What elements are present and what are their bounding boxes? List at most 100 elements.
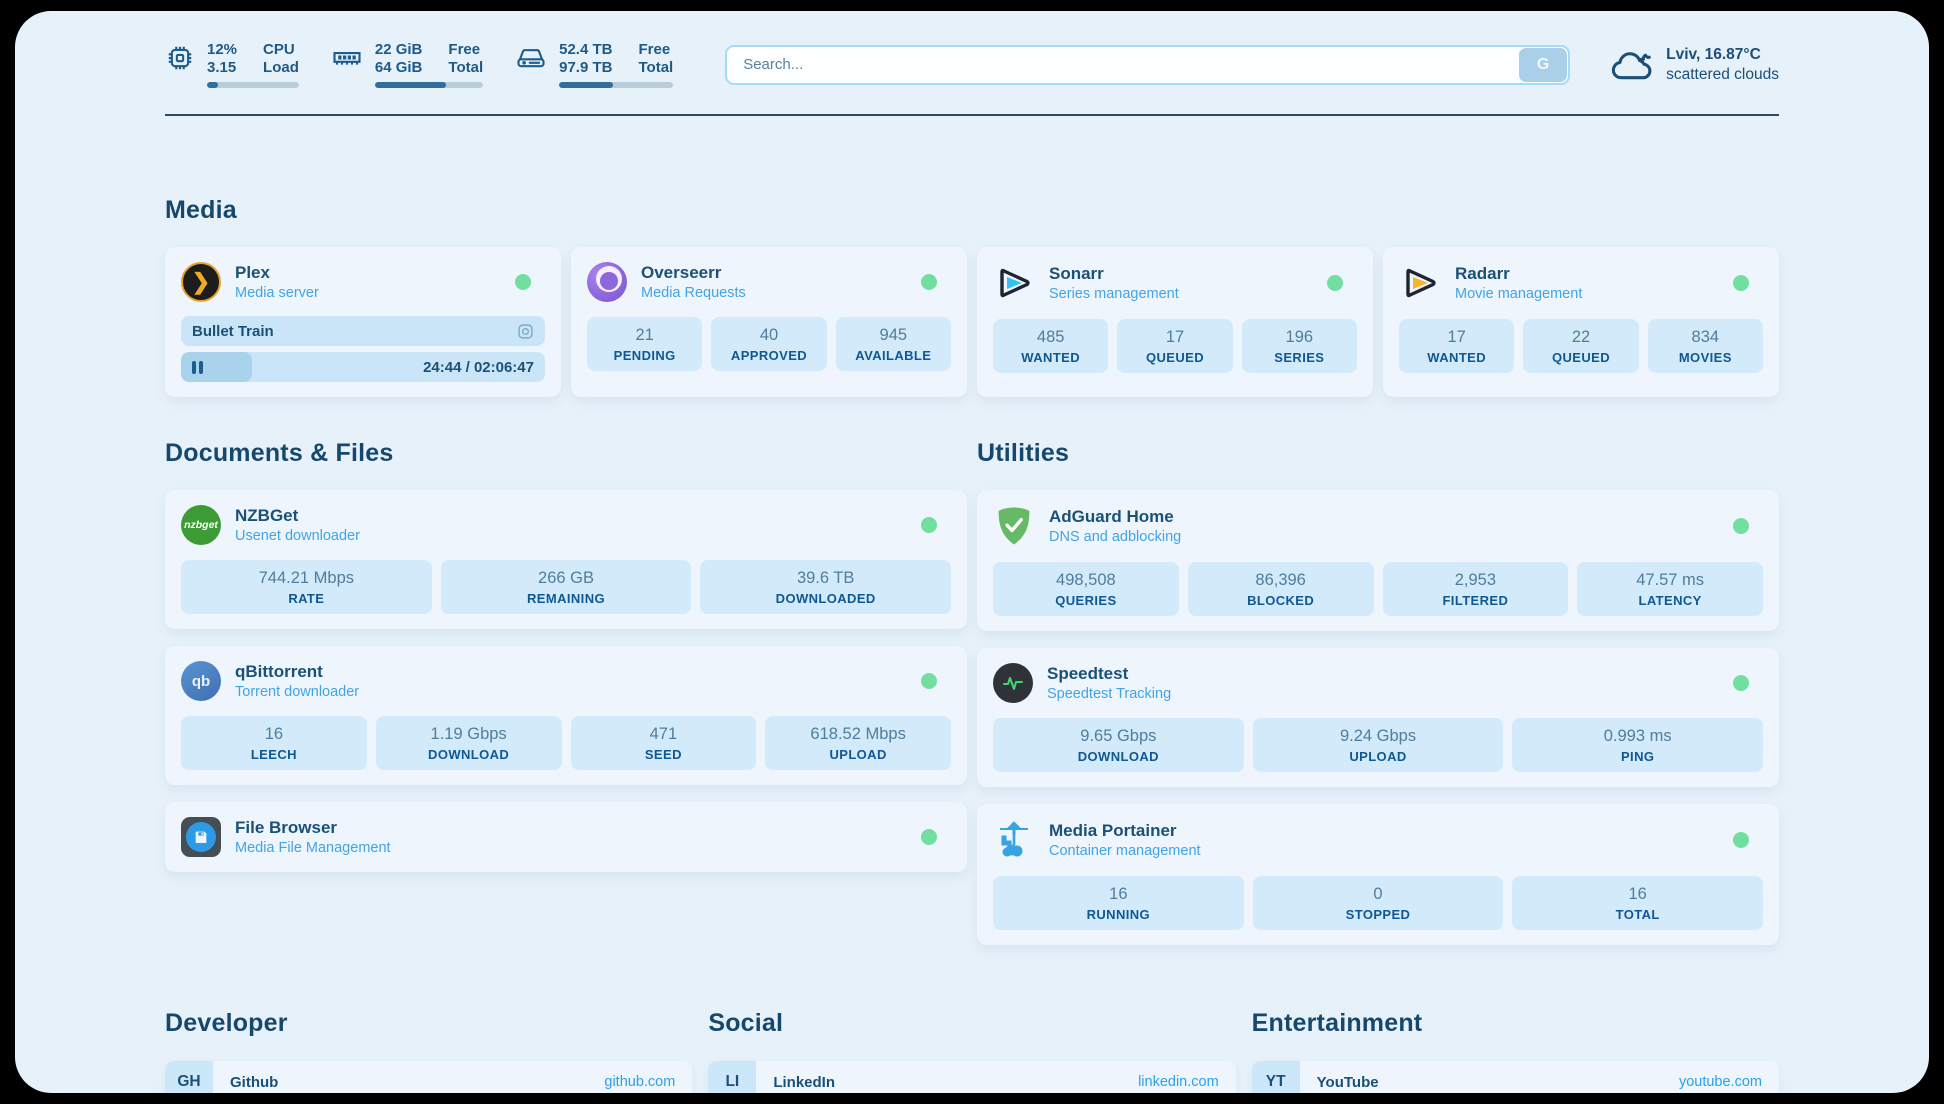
stat-tile: 945AVAILABLE [836,317,951,371]
google-search-button[interactable]: G [1519,48,1567,82]
cpu-progress-fill [207,82,218,88]
disk-free-value: 52.4 TB [559,41,612,59]
qbittorrent-icon: qb [181,661,221,701]
stat-tile: 485WANTED [993,319,1108,373]
playback-time: 24:44 / 02:06:47 [423,359,534,376]
entertainment-section-title: Entertainment [1252,1009,1779,1038]
link-youtube[interactable]: YT YouTubeyoutube.com [1252,1061,1779,1093]
plex-subtitle: Media server [235,285,319,301]
link-linkedin[interactable]: LI LinkedInlinkedin.com [708,1061,1235,1093]
cpu-stat: 12%3.15 CPULoad [165,41,299,88]
documents-section-title: Documents & Files [165,439,967,468]
portainer-subtitle: Container management [1049,843,1201,859]
now-playing-title: Bullet Train [192,323,274,340]
media-section-title: Media [165,196,1779,225]
status-dot [921,829,937,845]
stat-tile: 744.21 MbpsRATE [181,560,432,614]
pause-icon[interactable] [192,361,203,374]
developer-section-title: Developer [165,1009,692,1038]
link-url[interactable]: linkedin.com [1138,1074,1219,1090]
stat-tile: 0STOPPED [1253,876,1504,930]
stat-tile: 498,508QUERIES [993,562,1179,616]
weather-widget: Lviv, 16.87°C scattered clouds [1610,45,1779,85]
memory-label-2: Total [448,59,483,77]
card-radarr[interactable]: Radarr Movie management 17WANTED 22QUEUE… [1383,247,1779,397]
now-playing-progress-row: 24:44 / 02:06:47 [181,352,545,382]
card-filebrowser[interactable]: File Browser Media File Management [165,802,967,872]
cpu-label-2: Load [263,59,299,77]
sonarr-icon [993,262,1035,304]
disk-label-2: Total [638,59,673,77]
memory-icon [331,43,363,73]
speedtest-subtitle: Speedtest Tracking [1047,686,1171,702]
stat-tile: 16TOTAL [1512,876,1763,930]
status-dot [1733,518,1749,534]
plex-icon: ❯ [181,262,221,302]
stat-tile: 17WANTED [1399,319,1514,373]
plex-name: Plex [235,263,319,283]
speedtest-name: Speedtest [1047,664,1171,684]
card-overseerr[interactable]: Overseerr Media Requests 21PENDING 40APP… [571,247,967,397]
stat-tile: 196SERIES [1242,319,1357,373]
stat-tile: 86,396BLOCKED [1188,562,1374,616]
radarr-subtitle: Movie management [1455,286,1582,302]
portainer-icon [993,819,1035,861]
memory-stat: 22 GiB64 GiB FreeTotal [331,41,483,88]
card-adguard[interactable]: AdGuard Home DNS and adblocking 498,508Q… [977,490,1779,631]
dashboard-panel: 12%3.15 CPULoad 22 GiB64 GiB FreeTotal [15,11,1929,1093]
weather-condition: scattered clouds [1666,65,1779,85]
disk-label-1: Free [638,41,673,59]
status-dot [1733,275,1749,291]
link-name: Github [230,1074,278,1091]
stat-tile: 9.65 GbpsDOWNLOAD [993,718,1244,772]
stat-tile: 16RUNNING [993,876,1244,930]
sonarr-name: Sonarr [1049,264,1179,284]
filebrowser-name: File Browser [235,818,391,838]
status-dot [921,517,937,533]
utilities-section-title: Utilities [977,439,1779,468]
link-url[interactable]: github.com [604,1074,675,1090]
header-bar: 12%3.15 CPULoad 22 GiB64 GiB FreeTotal [165,41,1779,88]
portainer-name: Media Portainer [1049,821,1201,841]
disk-progress-track [559,82,673,88]
filebrowser-subtitle: Media File Management [235,840,391,856]
link-github[interactable]: GH Githubgithub.com [165,1061,692,1093]
status-dot [1733,675,1749,691]
memory-total-value: 64 GiB [375,59,423,77]
stat-tile: 471SEED [571,716,757,770]
link-name: YouTube [1317,1074,1379,1091]
adguard-name: AdGuard Home [1049,507,1181,527]
disk-icon [515,43,547,73]
status-dot [1733,832,1749,848]
qbittorrent-name: qBittorrent [235,662,359,682]
stat-tile: 39.6 TBDOWNLOADED [700,560,951,614]
card-sonarr[interactable]: Sonarr Series management 485WANTED 17QUE… [977,247,1373,397]
stat-tile: 266 GBREMAINING [441,560,692,614]
adguard-icon [993,505,1035,547]
section-utilities: Utilities AdGuard Home DNS and adblockin… [977,439,1779,945]
card-speedtest[interactable]: Speedtest Speedtest Tracking 9.65 GbpsDO… [977,648,1779,787]
card-portainer[interactable]: Media Portainer Container management 16R… [977,804,1779,945]
cloud-icon [1610,47,1654,83]
speedtest-icon [993,663,1033,703]
adguard-subtitle: DNS and adblocking [1049,529,1181,545]
memory-progress-track [375,82,483,88]
section-media: Media ❯ Plex Media server Bullet Train [165,196,1779,397]
weather-location: Lviv, 16.87°C [1666,45,1779,65]
disk-progress-fill [559,82,613,88]
cpu-label-1: CPU [263,41,299,59]
stat-tile: 40APPROVED [711,317,826,371]
overseerr-name: Overseerr [641,263,746,283]
link-url[interactable]: youtube.com [1679,1074,1762,1090]
status-dot [1327,275,1343,291]
card-qbittorrent[interactable]: qb qBittorrent Torrent downloader 16LEEC… [165,646,967,785]
stat-tile: 2,953FILTERED [1383,562,1569,616]
stat-tile: 618.52 MbpsUPLOAD [765,716,951,770]
card-plex[interactable]: ❯ Plex Media server Bullet Train [165,247,561,397]
card-nzbget[interactable]: nzbget NZBGet Usenet downloader 744.21 M… [165,490,967,629]
search-bar: G [725,45,1570,85]
memory-label-1: Free [448,41,483,59]
stat-tile: 1.19 GbpsDOWNLOAD [376,716,562,770]
radarr-icon [1399,262,1441,304]
search-input[interactable] [725,45,1570,85]
